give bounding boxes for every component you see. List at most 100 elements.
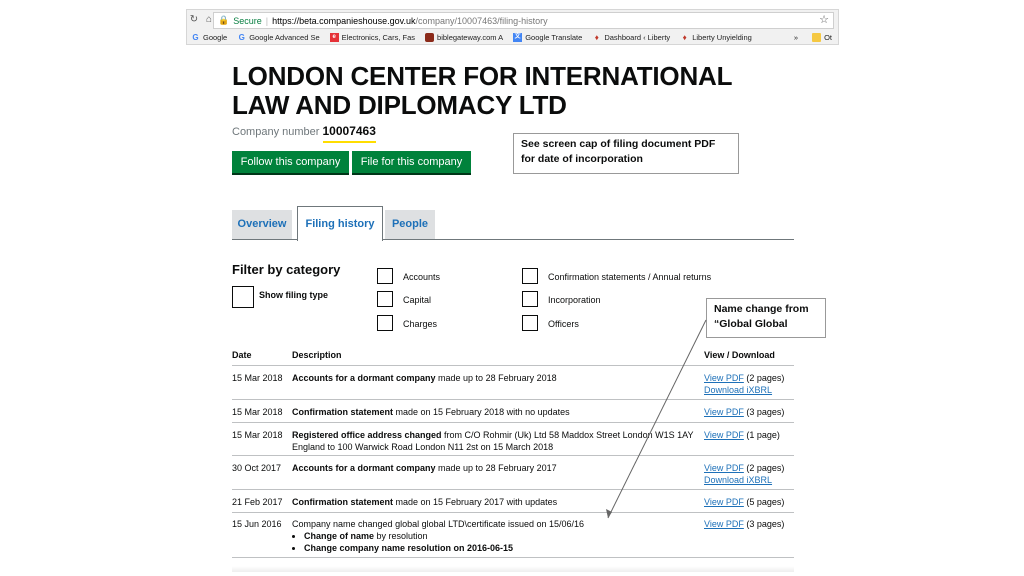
bookmark-label: Liberty Unyielding <box>692 32 752 42</box>
view-pdf-link[interactable]: View PDF <box>704 430 744 440</box>
row-view: View PDF (2 pages) Download iXBRL <box>704 372 794 396</box>
view-pdf-link[interactable]: View PDF <box>704 463 744 473</box>
show-filing-type-label: Show filing type <box>259 290 328 300</box>
bookmark-label: biblegateway.com A <box>437 32 504 42</box>
row-date: 15 Mar 2018 <box>232 373 283 383</box>
table-divider <box>232 489 794 490</box>
charges-label: Charges <box>403 319 438 329</box>
row-pages: (3 pages) <box>743 519 785 529</box>
incorporation-label: Incorporation <box>548 295 601 305</box>
flame-icon: ♦ <box>682 32 687 42</box>
table-divider <box>232 455 794 456</box>
table-row-partial <box>232 564 794 576</box>
bookmark-google-translate[interactable]: 文 Google Translate <box>513 32 583 42</box>
row-description: Company name changed global global LTD\c… <box>292 518 702 554</box>
bookmark-label: Ot <box>824 32 832 42</box>
bookmark-label: Google Advanced Se <box>249 32 320 42</box>
download-ixbrl-link[interactable]: Download iXBRL <box>704 385 772 395</box>
capital-label: Capital <box>403 295 432 305</box>
bookmark-biblegateway[interactable]: biblegateway.com A <box>425 32 504 42</box>
download-ixbrl-link[interactable]: Download iXBRL <box>704 475 772 485</box>
row-pages: (2 pages) <box>743 373 785 383</box>
charges-checkbox[interactable] <box>377 315 393 331</box>
filter-heading: Filter by category <box>232 262 341 277</box>
officers-label: Officers <box>548 319 579 329</box>
row-description-text: made up to 28 February 2017 <box>435 463 557 473</box>
view-pdf-link[interactable]: View PDF <box>704 373 744 383</box>
confirmation-statements-checkbox[interactable] <box>522 268 538 284</box>
row-view: View PDF (5 pages) <box>704 496 794 508</box>
bullet-text: by resolution <box>374 531 428 541</box>
company-number: Company number 10007463 <box>232 124 376 143</box>
row-description-text: made up to 28 February 2018 <box>435 373 557 383</box>
follow-company-button[interactable]: Follow this company <box>232 151 349 173</box>
refresh-icon[interactable]: ↻ <box>187 14 201 25</box>
biblegateway-icon <box>425 32 435 42</box>
bookmark-google[interactable]: G Google <box>191 33 227 42</box>
bookmark-liberty-unyielding[interactable]: ♦ Liberty Unyielding <box>680 33 752 42</box>
tab-filing-history[interactable]: Filing history <box>297 206 383 241</box>
address-bar[interactable]: 🔒 Secure | https://beta.companieshouse.g… <box>213 12 834 29</box>
bookmark-dashboard[interactable]: ♦ Dashboard ‹ Liberty <box>592 33 670 42</box>
annotation-name-change-note: Name change from “Global Global <box>706 298 826 338</box>
bookmark-label: Google <box>203 32 228 42</box>
company-tabs: Overview Filing history People <box>232 206 794 241</box>
bullet-bold: Change company name resolution on 2016-0… <box>304 543 514 553</box>
incorporation-checkbox[interactable] <box>522 291 538 307</box>
row-description: Registered office address changed from C… <box>292 429 702 453</box>
url-host: https://beta.companieshouse.gov.uk <box>272 15 416 26</box>
view-pdf-link[interactable]: View PDF <box>704 497 744 507</box>
row-description-bold: Accounts for a dormant company <box>292 373 436 383</box>
row-pages: (2 pages) <box>743 463 785 473</box>
row-description-bold: Confirmation statement <box>292 407 394 417</box>
ebay-icon: e <box>329 32 339 42</box>
column-header-description: Description <box>292 350 342 360</box>
row-description-text: made on 15 February 2017 with updates <box>393 497 558 507</box>
cut-off-row <box>232 566 794 572</box>
table-divider <box>232 422 794 423</box>
row-bullets: Change of name by resolution Change comp… <box>292 530 702 554</box>
row-description-text: made on 15 February 2018 with no updates <box>393 407 570 417</box>
confirmation-statements-label: Confirmation statements / Annual returns <box>548 272 712 282</box>
capital-checkbox[interactable] <box>377 291 393 307</box>
google-icon: G <box>238 32 245 42</box>
row-date: 21 Feb 2017 <box>232 497 283 507</box>
annotation-incorporation-note: See screen cap of filing document PDF fo… <box>513 133 739 174</box>
row-view: View PDF (3 pages) <box>704 518 794 530</box>
tab-overview[interactable]: Overview <box>232 210 292 239</box>
file-for-company-button[interactable]: File for this company <box>352 151 471 173</box>
arrow-head <box>606 509 612 518</box>
bullet-item: Change of name by resolution <box>304 530 702 542</box>
bookmark-label: Dashboard ‹ Liberty <box>604 32 671 42</box>
table-divider <box>232 557 794 558</box>
row-date: 30 Oct 2017 <box>232 463 282 473</box>
column-header-view: View / Download <box>704 350 775 360</box>
secure-label: Secure <box>233 15 262 26</box>
bookmark-label: Google Translate <box>525 32 583 42</box>
row-date: 15 Jun 2016 <box>232 519 282 529</box>
bookmark-label: Electronics, Cars, Fas <box>341 32 416 42</box>
view-pdf-link[interactable]: View PDF <box>704 407 744 417</box>
translate-icon: 文 <box>513 32 523 42</box>
view-pdf-link[interactable]: View PDF <box>704 519 744 529</box>
accounts-checkbox[interactable] <box>377 268 393 284</box>
row-pages: (5 pages) <box>743 497 785 507</box>
bookmark-ebay[interactable]: e Electronics, Cars, Fas <box>329 32 416 42</box>
show-filing-type-checkbox[interactable] <box>232 286 254 308</box>
bookmarks-overflow[interactable]: » <box>794 33 798 42</box>
officers-checkbox[interactable] <box>522 315 538 331</box>
bookmarks-bar: G Google G Google Advanced Se e Electronics… <box>187 30 838 44</box>
row-description-bold: Registered office address changed <box>292 430 442 440</box>
table-divider <box>232 399 794 400</box>
lock-icon: 🔒 <box>218 15 230 25</box>
bookmark-star-icon[interactable]: ☆ <box>819 13 829 26</box>
table-divider <box>232 365 794 366</box>
company-name-line2: LAW AND DIPLOMACY LTD <box>232 90 567 120</box>
accounts-label: Accounts <box>403 272 441 282</box>
table-divider <box>232 512 794 513</box>
tab-people[interactable]: People <box>385 210 435 239</box>
flame-icon: ♦ <box>594 32 599 42</box>
row-description: Accounts for a dormant company made up t… <box>292 372 702 384</box>
bookmark-other[interactable]: Ot <box>812 32 832 42</box>
bookmark-google-advanced[interactable]: G Google Advanced Se <box>237 32 320 42</box>
